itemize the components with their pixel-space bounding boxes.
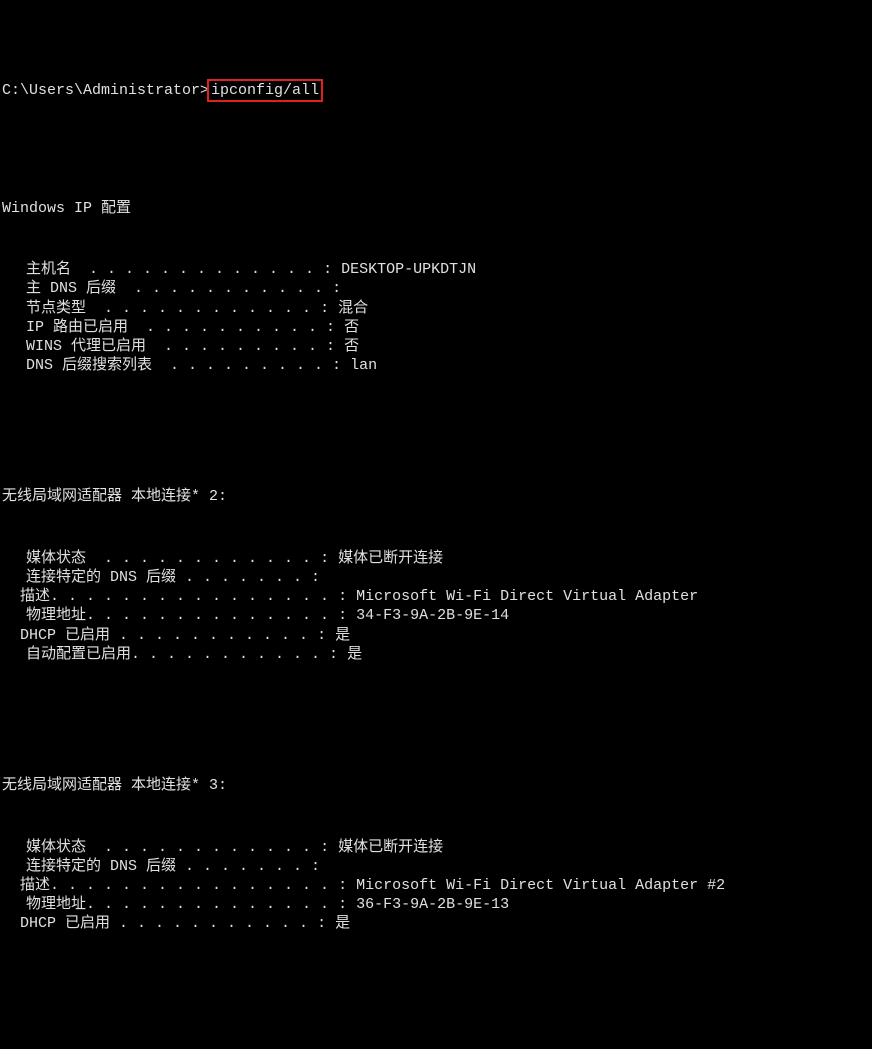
row-value: 34-F3-9A-2B-9E-14 <box>356 607 509 624</box>
row-value: 否 <box>344 338 359 355</box>
row-separator: : <box>320 839 338 856</box>
row-dots: . . . . . . . . . . . . . <box>95 607 338 624</box>
row-label: 描述. <box>20 877 59 894</box>
row-dots: . . . . . . . . . . . . . <box>80 261 323 278</box>
command-highlight: ipconfig/all <box>207 79 323 102</box>
config-row: 主机名 . . . . . . . . . . . . . : DESKTOP-… <box>2 260 872 279</box>
row-separator: : <box>311 858 329 875</box>
config-row: DNS 后缀搜索列表 . . . . . . . . . : lan <box>2 356 872 375</box>
row-label: 主 DNS 后缀 <box>26 280 125 297</box>
row-dots: . . . . . . . . . . . . . . . <box>59 588 338 605</box>
row-dots: . . . . . . . . . . <box>140 646 329 663</box>
command-prompt-line: C:\Users\Administrator>ipconfig/all <box>2 79 872 102</box>
config-row: 主 DNS 后缀 . . . . . . . . . . . : <box>2 279 872 298</box>
row-dots: . . . . . . . . . . . <box>119 627 317 644</box>
row-dots: . . . . . . . . . . . <box>125 280 332 297</box>
row-value: 是 <box>347 646 362 663</box>
adapter-3-section: 无线局域网适配器 本地连接* 3: 媒体状态 . . . . . . . . .… <box>2 738 872 953</box>
row-label: DHCP 已启用 <box>20 915 119 932</box>
row-separator: : <box>332 357 350 374</box>
row-dots: . . . . . . . . . . <box>137 319 326 336</box>
windows-ip-body: 主机名 . . . . . . . . . . . . . : DESKTOP-… <box>2 260 872 375</box>
row-label: DHCP 已启用 <box>20 627 119 644</box>
row-separator: : <box>317 915 335 932</box>
row-separator: : <box>329 646 347 663</box>
row-separator: : <box>338 896 356 913</box>
row-label: 描述. <box>20 588 59 605</box>
row-label: DNS 后缀搜索列表 <box>26 357 161 374</box>
config-row: 描述. . . . . . . . . . . . . . . . : Micr… <box>2 587 872 606</box>
row-label: 物理地址. <box>26 607 95 624</box>
config-row: 节点类型 . . . . . . . . . . . . : 混合 <box>2 299 872 318</box>
row-dots: . . . . . . . . . . . . . . . <box>59 877 338 894</box>
row-separator: : <box>326 319 344 336</box>
config-row: 连接特定的 DNS 后缀 . . . . . . . : <box>2 857 872 876</box>
row-label: 媒体状态 <box>26 839 95 856</box>
row-value: lan <box>350 357 377 374</box>
row-dots: . . . . . . . . . . . . <box>95 550 320 567</box>
row-dots: . . . . . . . <box>185 569 311 586</box>
row-separator: : <box>320 300 338 317</box>
row-dots: . . . . . . . . . . . . . <box>95 896 338 913</box>
row-value: DESKTOP-UPKDTJN <box>341 261 476 278</box>
cwd-path: C:\Users\Administrator> <box>2 82 209 99</box>
row-label: 自动配置已启用. <box>26 646 140 663</box>
config-row: 连接特定的 DNS 后缀 . . . . . . . : <box>2 568 872 587</box>
typed-command[interactable]: ipconfig/all <box>211 82 319 99</box>
row-value: 否 <box>344 319 359 336</box>
row-label: 物理地址. <box>26 896 95 913</box>
row-value: 混合 <box>338 300 368 317</box>
row-dots: . . . . . . . . . <box>155 338 326 355</box>
adapter-3-body: 媒体状态 . . . . . . . . . . . . : 媒体已断开连接连接… <box>2 838 872 934</box>
config-row: 媒体状态 . . . . . . . . . . . . : 媒体已断开连接 <box>2 549 872 568</box>
row-separator: : <box>338 607 356 624</box>
row-dots: . . . . . . . . . <box>161 357 332 374</box>
windows-ip-section: Windows IP 配置 主机名 . . . . . . . . . . . … <box>2 160 872 394</box>
row-dots: . . . . . . . . . . . <box>119 915 317 932</box>
config-row: DHCP 已启用 . . . . . . . . . . . : 是 <box>2 626 872 645</box>
row-value: Microsoft Wi-Fi Direct Virtual Adapter <box>356 588 698 605</box>
config-row: 物理地址. . . . . . . . . . . . . . : 36-F3-… <box>2 895 872 914</box>
row-separator: : <box>317 627 335 644</box>
row-dots: . . . . . . . . . . . . <box>95 300 320 317</box>
row-label: 主机名 <box>26 261 80 278</box>
row-label: 媒体状态 <box>26 550 95 567</box>
row-dots: . . . . . . . . . . . . <box>95 839 320 856</box>
row-separator: : <box>338 588 356 605</box>
adapter-2-body: 媒体状态 . . . . . . . . . . . . : 媒体已断开连接连接… <box>2 549 872 664</box>
windows-ip-header: Windows IP 配置 <box>2 199 872 218</box>
row-value: 媒体已断开连接 <box>338 550 443 567</box>
row-value: Microsoft Wi-Fi Direct Virtual Adapter #… <box>356 877 725 894</box>
adapter-2-section: 无线局域网适配器 本地连接* 2: 媒体状态 . . . . . . . . .… <box>2 449 872 683</box>
row-label: WINS 代理已启用 <box>26 338 155 355</box>
row-label: 连接特定的 DNS 后缀 <box>26 569 185 586</box>
adapter-3-title: 无线局域网适配器 本地连接* 3: <box>2 776 872 795</box>
row-separator: : <box>323 261 341 278</box>
row-separator: : <box>320 550 338 567</box>
config-row: DHCP 已启用 . . . . . . . . . . . : 是 <box>2 914 872 933</box>
row-separator: : <box>326 338 344 355</box>
adapter-2-title: 无线局域网适配器 本地连接* 2: <box>2 487 872 506</box>
config-row: 描述. . . . . . . . . . . . . . . . : Micr… <box>2 876 872 895</box>
row-value: 36-F3-9A-2B-9E-13 <box>356 896 509 913</box>
row-separator: : <box>338 877 356 894</box>
row-value: 是 <box>335 627 350 644</box>
config-row: 自动配置已启用. . . . . . . . . . . : 是 <box>2 645 872 664</box>
row-value: 媒体已断开连接 <box>338 839 443 856</box>
row-separator: : <box>311 569 329 586</box>
row-dots: . . . . . . . <box>185 858 311 875</box>
row-separator: : <box>332 280 350 297</box>
config-row: IP 路由已启用 . . . . . . . . . . : 否 <box>2 318 872 337</box>
config-row: 物理地址. . . . . . . . . . . . . . : 34-F3-… <box>2 606 872 625</box>
config-row: 媒体状态 . . . . . . . . . . . . : 媒体已断开连接 <box>2 838 872 857</box>
row-label: 节点类型 <box>26 300 95 317</box>
row-label: 连接特定的 DNS 后缀 <box>26 858 185 875</box>
row-label: IP 路由已启用 <box>26 319 137 336</box>
config-row: WINS 代理已启用 . . . . . . . . . : 否 <box>2 337 872 356</box>
row-value: 是 <box>335 915 350 932</box>
